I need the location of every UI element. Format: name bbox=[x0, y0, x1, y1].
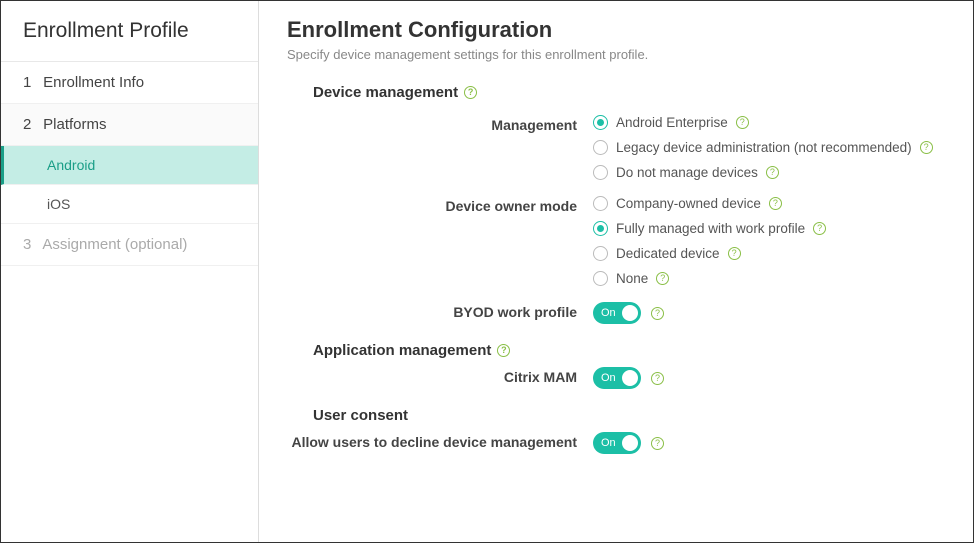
help-icon[interactable] bbox=[920, 141, 933, 154]
radio-label: Fully managed with work profile bbox=[616, 221, 805, 236]
field-label: BYOD work profile bbox=[287, 302, 593, 320]
radio-label: Do not manage devices bbox=[616, 165, 758, 180]
section-user-consent: User consent bbox=[313, 407, 945, 424]
radio-label: Dedicated device bbox=[616, 246, 720, 261]
radio-legacy-admin[interactable]: Legacy device administration (not recomm… bbox=[593, 140, 945, 155]
toggle-decline[interactable]: On bbox=[593, 432, 641, 454]
radio-group-owner-mode: Company-owned device Fully managed with … bbox=[593, 196, 945, 286]
nav-step-number: 3 bbox=[23, 236, 39, 253]
nav-step-number: 1 bbox=[23, 74, 39, 91]
radio-input[interactable] bbox=[593, 115, 608, 130]
field-decline-management: Allow users to decline device management… bbox=[287, 432, 945, 454]
field-management: Management Android Enterprise Legacy dev… bbox=[287, 115, 945, 180]
help-icon[interactable] bbox=[813, 222, 826, 235]
sidebar-title: Enrollment Profile bbox=[1, 1, 258, 62]
main-content: Enrollment Configuration Specify device … bbox=[259, 1, 973, 542]
radio-label: Android Enterprise bbox=[616, 115, 728, 130]
radio-label: Company-owned device bbox=[616, 196, 761, 211]
toggle-control: On bbox=[593, 432, 945, 454]
radio-input[interactable] bbox=[593, 165, 608, 180]
radio-dedicated-device[interactable]: Dedicated device bbox=[593, 246, 945, 261]
radio-android-enterprise[interactable]: Android Enterprise bbox=[593, 115, 945, 130]
help-icon[interactable] bbox=[656, 272, 669, 285]
page-title: Enrollment Configuration bbox=[287, 17, 945, 43]
help-icon[interactable] bbox=[651, 437, 664, 450]
radio-company-owned[interactable]: Company-owned device bbox=[593, 196, 945, 211]
radio-label: Legacy device administration (not recomm… bbox=[616, 140, 912, 155]
radio-input[interactable] bbox=[593, 221, 608, 236]
toggle-state-label: On bbox=[601, 437, 616, 449]
field-citrix-mam: Citrix MAM On bbox=[287, 367, 945, 389]
section-heading-text: User consent bbox=[313, 407, 408, 424]
radio-label: None bbox=[616, 271, 648, 286]
field-byod: BYOD work profile On bbox=[287, 302, 945, 324]
field-label: Citrix MAM bbox=[287, 367, 593, 385]
help-icon[interactable] bbox=[728, 247, 741, 260]
section-heading-text: Device management bbox=[313, 84, 458, 101]
toggle-state-label: On bbox=[601, 307, 616, 319]
toggle-citrix-mam[interactable]: On bbox=[593, 367, 641, 389]
sidebar: Enrollment Profile 1 Enrollment Info 2 P… bbox=[1, 1, 259, 542]
toggle-knob bbox=[622, 305, 638, 321]
nav-step-label: Platforms bbox=[43, 116, 106, 133]
toggle-control: On bbox=[593, 367, 945, 389]
section-application-management: Application management bbox=[313, 342, 945, 359]
toggle-byod[interactable]: On bbox=[593, 302, 641, 324]
nav-platforms[interactable]: 2 Platforms bbox=[1, 104, 258, 146]
field-label: Device owner mode bbox=[287, 196, 593, 214]
section-device-management: Device management bbox=[313, 84, 945, 101]
radio-input[interactable] bbox=[593, 196, 608, 211]
section-heading-text: Application management bbox=[313, 342, 491, 359]
radio-fully-managed[interactable]: Fully managed with work profile bbox=[593, 221, 945, 236]
radio-do-not-manage[interactable]: Do not manage devices bbox=[593, 165, 945, 180]
page-subtitle: Specify device management settings for t… bbox=[287, 47, 945, 62]
help-icon[interactable] bbox=[766, 166, 779, 179]
nav-step-label: Enrollment Info bbox=[43, 74, 144, 91]
nav-enrollment-info[interactable]: 1 Enrollment Info bbox=[1, 62, 258, 104]
nav-step-number: 2 bbox=[23, 116, 39, 133]
nav-sub-ios[interactable]: iOS bbox=[1, 185, 258, 224]
nav-step-label: Assignment (optional) bbox=[42, 236, 187, 253]
help-icon[interactable] bbox=[769, 197, 782, 210]
radio-input[interactable] bbox=[593, 246, 608, 261]
nav-assignment[interactable]: 3 Assignment (optional) bbox=[1, 224, 258, 266]
help-icon[interactable] bbox=[651, 372, 664, 385]
field-label: Allow users to decline device management bbox=[287, 432, 593, 450]
field-label: Management bbox=[287, 115, 593, 133]
radio-none[interactable]: None bbox=[593, 271, 945, 286]
radio-input[interactable] bbox=[593, 140, 608, 155]
radio-input[interactable] bbox=[593, 271, 608, 286]
nav-sub-label: iOS bbox=[47, 196, 70, 212]
toggle-knob bbox=[622, 435, 638, 451]
nav-sub-android[interactable]: Android bbox=[1, 146, 258, 185]
nav-sub-label: Android bbox=[47, 157, 95, 173]
radio-group-management: Android Enterprise Legacy device adminis… bbox=[593, 115, 945, 180]
help-icon[interactable] bbox=[736, 116, 749, 129]
toggle-control: On bbox=[593, 302, 945, 324]
toggle-state-label: On bbox=[601, 372, 616, 384]
help-icon[interactable] bbox=[464, 86, 477, 99]
help-icon[interactable] bbox=[497, 344, 510, 357]
toggle-knob bbox=[622, 370, 638, 386]
help-icon[interactable] bbox=[651, 307, 664, 320]
field-owner-mode: Device owner mode Company-owned device F… bbox=[287, 196, 945, 286]
